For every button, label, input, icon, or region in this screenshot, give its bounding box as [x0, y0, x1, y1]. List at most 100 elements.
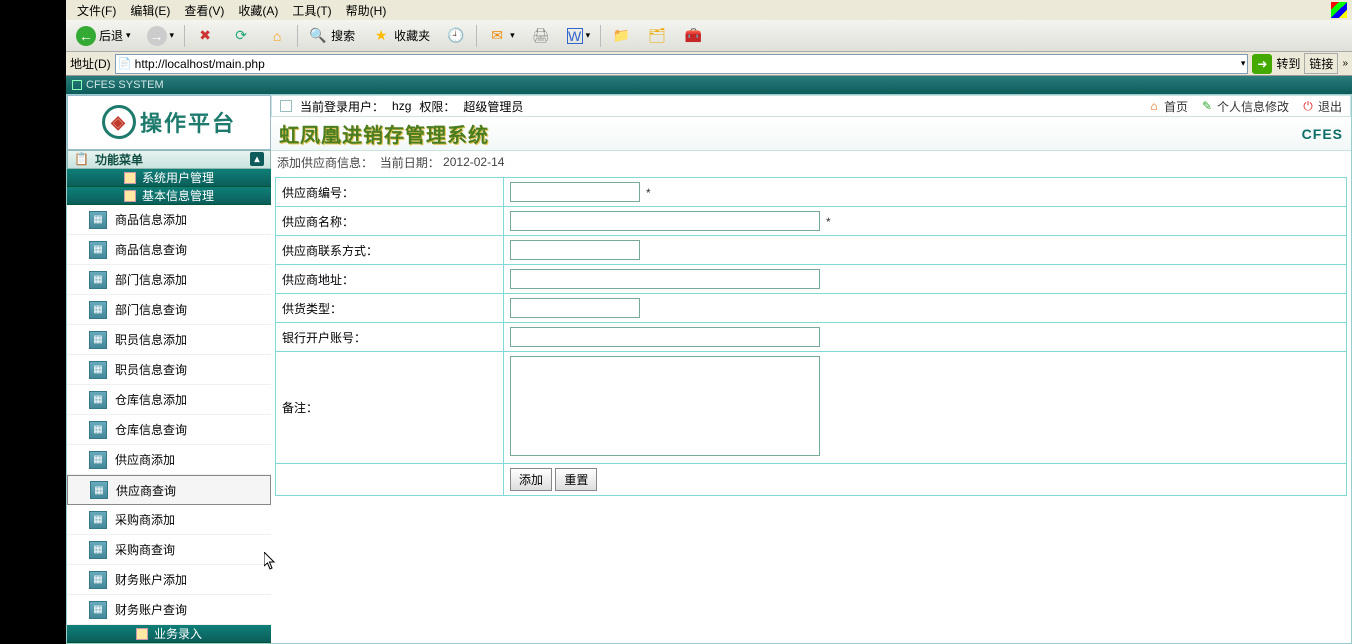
field-cell	[504, 236, 1347, 265]
text-input[interactable]	[510, 327, 820, 347]
home-label: 首页	[1164, 98, 1188, 115]
item-label: 部门信息查询	[115, 301, 187, 318]
sidebar-item[interactable]: ▦商品信息添加	[67, 205, 271, 235]
form-area: 供应商编号：*供应商名称：*供应商联系方式：供应商地址：供货类型：银行开户账号：…	[271, 173, 1351, 500]
forward-button[interactable]: → ▾	[141, 22, 181, 50]
add-button[interactable]: 添加	[510, 468, 552, 491]
browser-toolbar: ← 后退 ▾ → ▾ ✖ ⟳ ⌂ 🔍 搜索 ★ 收藏夹 🕘 ✉▾ 🖨 W▾ 📁 …	[66, 20, 1352, 52]
edit-icon: W	[567, 28, 583, 44]
item-icon: ▦	[90, 481, 108, 499]
item-label: 财务账户查询	[115, 601, 187, 618]
sidebar-item[interactable]: ▦财务账户查询	[67, 595, 271, 625]
favorites-button[interactable]: ★ 收藏夹	[365, 22, 436, 50]
home-button[interactable]: ⌂	[261, 22, 293, 50]
app-title: CFES SYSTEM	[86, 79, 164, 91]
stop-button[interactable]: ✖	[189, 22, 221, 50]
text-input[interactable]	[510, 182, 640, 202]
menubar-item[interactable]: 编辑(E)	[124, 0, 176, 21]
tools-button[interactable]: 🧰	[677, 22, 709, 50]
field-label: 供应商编号：	[276, 178, 504, 207]
menu-category[interactable]: 基本信息管理	[67, 187, 271, 205]
field-label: 供货类型：	[276, 294, 504, 323]
item-label: 商品信息查询	[115, 241, 187, 258]
go-label: 转到	[1276, 55, 1300, 72]
address-url: http://localhost/main.php	[135, 57, 265, 71]
dropdown-icon[interactable]: ▾	[1241, 58, 1246, 69]
field-label: 供应商联系方式：	[276, 236, 504, 265]
login-prefix: 当前登录用户：	[300, 98, 384, 115]
edit-button[interactable]: W▾	[561, 24, 597, 48]
search-button[interactable]: 🔍 搜索	[302, 22, 361, 50]
home-link[interactable]: ⌂首页	[1147, 98, 1188, 115]
menubar-item[interactable]: 收藏(A)	[232, 0, 284, 21]
forward-icon: →	[147, 26, 167, 46]
menubar-item[interactable]: 工具(T)	[286, 0, 337, 21]
refresh-button[interactable]: ⟳	[225, 22, 257, 50]
sidebar-item[interactable]: ▦职员信息查询	[67, 355, 271, 385]
text-input[interactable]	[510, 269, 820, 289]
collapse-icon[interactable]: ▴	[250, 152, 264, 166]
folder1-button[interactable]: 📁	[605, 22, 637, 50]
item-icon: ▦	[89, 241, 107, 259]
links-expand[interactable]: »	[1342, 58, 1348, 69]
sidebar-item[interactable]: ▦ 采购商添加	[67, 505, 271, 535]
go-icon: ➜	[1257, 57, 1267, 71]
item-label: 职员信息查询	[115, 361, 187, 378]
menubar-item[interactable]: 查看(V)	[178, 0, 230, 21]
menu-category[interactable]: 系统用户管理	[67, 169, 271, 187]
history-button[interactable]: 🕘	[440, 22, 472, 50]
text-input[interactable]	[510, 298, 640, 318]
button-cell: 添加 重置	[504, 464, 1347, 496]
go-button[interactable]: ➜	[1252, 54, 1272, 74]
power-icon: ⏻	[1301, 99, 1315, 113]
required-mark: *	[646, 186, 651, 200]
remark-textarea[interactable]	[510, 356, 820, 456]
browser-menubar: 文件(F)编辑(E)查看(V)收藏(A)工具(T)帮助(H)	[66, 0, 1352, 20]
refresh-icon: ⟳	[231, 26, 251, 46]
field-label: 银行开户账号：	[276, 323, 504, 352]
mail-button[interactable]: ✉▾	[481, 22, 521, 50]
menu-header[interactable]: 📋 功能菜单 ▴	[67, 150, 271, 170]
links-button[interactable]: 链接	[1304, 53, 1338, 74]
sidebar-item[interactable]: ▦职员信息添加	[67, 325, 271, 355]
sidebar-item[interactable]: ▦部门信息添加	[67, 265, 271, 295]
text-input[interactable]	[510, 211, 820, 231]
item-icon: ▦	[89, 571, 107, 589]
item-label: 职员信息添加	[115, 331, 187, 348]
menubar-item[interactable]: 帮助(H)	[340, 0, 393, 21]
address-input[interactable]: 📄 http://localhost/main.php ▾	[115, 54, 1249, 74]
item-icon: ▦	[89, 511, 107, 529]
item-icon: ▦	[89, 301, 107, 319]
back-button[interactable]: ← 后退 ▾	[70, 22, 137, 50]
item-label: 采购商查询	[115, 541, 175, 558]
window-icon	[72, 80, 82, 90]
sidebar-item[interactable]: ▦仓库信息添加	[67, 385, 271, 415]
favorites-label: 收藏夹	[394, 27, 430, 44]
menu-head-label: 功能菜单	[95, 151, 143, 168]
sidebar-item[interactable]: ▦供应商添加	[67, 445, 271, 475]
category-icon	[136, 628, 148, 640]
sidebar-item[interactable]: ▦ 供应商查询	[67, 475, 271, 505]
logout-link[interactable]: ⏻退出	[1301, 98, 1342, 115]
menubar-item[interactable]: 文件(F)	[71, 0, 122, 21]
profile-link[interactable]: ✎个人信息修改	[1200, 98, 1289, 115]
history-icon: 🕘	[446, 26, 466, 46]
sidebar-item[interactable]: ▦ 部门信息查询	[67, 295, 271, 325]
text-input[interactable]	[510, 240, 640, 260]
sidebar-item[interactable]: ▦仓库信息查询	[67, 415, 271, 445]
item-label: 供应商查询	[116, 482, 176, 499]
sidebar-item[interactable]: ▦财务账户添加	[67, 565, 271, 595]
banner-title: 虹凤凰进销存管理系统	[279, 119, 489, 148]
reset-button[interactable]: 重置	[555, 468, 597, 491]
menu-category[interactable]: 业务录入	[67, 625, 271, 643]
category-label: 业务录入	[154, 625, 202, 642]
left-column: ◈ 操作平台 📋 功能菜单 ▴ 系统用户管理基本信息管理▦商品信息添加▦商品信息…	[67, 95, 271, 643]
item-icon: ▦	[89, 391, 107, 409]
sidebar-item[interactable]: ▦采购商查询	[67, 535, 271, 565]
item-label: 采购商添加	[115, 511, 175, 528]
print-button[interactable]: 🖨	[525, 22, 557, 50]
folder2-button[interactable]: 🗂	[641, 22, 673, 50]
remark-label: 备注：	[276, 352, 504, 464]
sidebar-item[interactable]: ▦ 商品信息查询	[67, 235, 271, 265]
category-icon	[124, 190, 136, 202]
